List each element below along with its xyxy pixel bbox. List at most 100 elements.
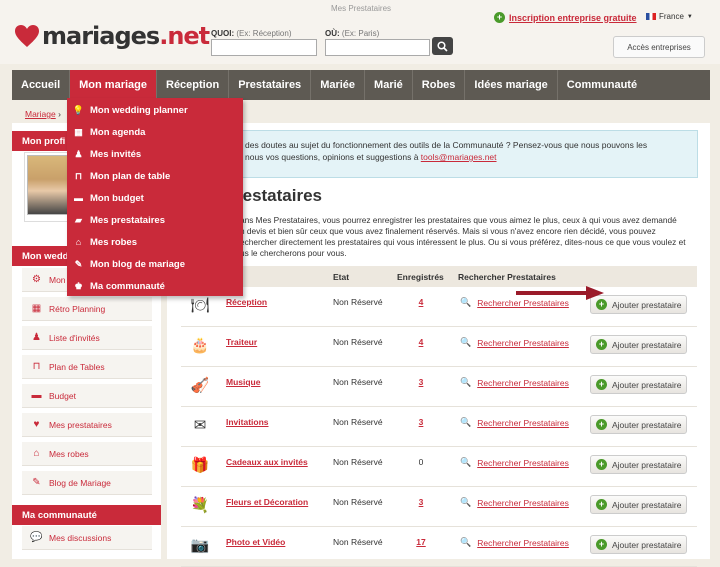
category-link[interactable]: Musique — [226, 377, 260, 387]
sidebar-item-mes-discussions[interactable]: 💬 Mes discussions — [22, 526, 152, 550]
plus-icon: + — [494, 12, 505, 23]
add-provider-button[interactable]: + Ajouter prestataire — [590, 335, 687, 354]
search-providers-link[interactable]: 🔍 Rechercher Prestataires — [460, 337, 569, 348]
add-provider-button[interactable]: + Ajouter prestataire — [590, 535, 687, 554]
sidebar-item-blog[interactable]: ✎ Blog de Mariage — [22, 471, 152, 495]
table-row: 🍽 Réception Non Réservé 4 🔍 Rechercher Presta… — [181, 287, 697, 327]
guests-icon: ♟ — [32, 332, 41, 343]
nav-robes[interactable]: Robes — [413, 70, 466, 100]
menu-item-budget[interactable]: ▬ Mon budget — [67, 187, 243, 209]
add-provider-button[interactable]: + Ajouter prestataire — [590, 295, 687, 314]
category-link[interactable]: Cadeaux aux invités — [226, 457, 308, 467]
saved-count[interactable]: 3 — [416, 377, 426, 387]
sidebar-item-mes-prestataires[interactable]: ♥ Mes prestataires — [22, 413, 152, 437]
sidebar-item-mes-robes[interactable]: ⌂ Mes robes — [22, 442, 152, 466]
inscription-link-text[interactable]: Inscription entreprise gratuite — [509, 13, 637, 23]
menu-item-robes[interactable]: ⌂ Mes robes — [67, 231, 243, 253]
sidebar-item-retro-planning[interactable]: ▦ Rétro Planning — [22, 297, 152, 321]
table-row: 🎁 Cadeaux aux invités Non Réservé 0 🔍 Recherc… — [181, 447, 697, 487]
search-icon: 🔍 — [460, 457, 472, 467]
category-link[interactable]: Invitations — [226, 417, 269, 427]
lightbulb-icon: 💡 — [72, 104, 85, 115]
blog-icon: ✎ — [32, 477, 41, 488]
menu-item-wedding-planner[interactable]: 💡 Mon wedding planner — [67, 99, 243, 121]
search-icon: 🔍 — [460, 337, 472, 347]
search-providers-link[interactable]: 🔍 Rechercher Prestataires — [460, 377, 569, 388]
language-label: France — [659, 12, 684, 21]
reception-icon: 🍽 — [190, 297, 210, 314]
category-link[interactable]: Photo et Vidéo — [226, 537, 285, 547]
sidebar-item-budget[interactable]: ▬ Budget — [22, 384, 152, 408]
add-provider-button[interactable]: + Ajouter prestataire — [590, 375, 687, 394]
nav-prestataires[interactable]: Prestataires — [229, 70, 312, 100]
page-title: restataires — [236, 186, 323, 205]
saved-count[interactable]: 4 — [416, 337, 426, 347]
search-icon — [437, 40, 448, 52]
community-icon: ♚ — [74, 280, 83, 291]
search-icon: 🔍 — [460, 377, 472, 387]
saved-count[interactable]: 17 — [416, 537, 426, 547]
nav-mariee[interactable]: Mariée — [311, 70, 366, 100]
heart-logo-icon — [15, 25, 39, 47]
status-text: Non Réservé — [333, 377, 383, 387]
saved-count: 0 — [418, 457, 424, 467]
ou-search-input[interactable] — [325, 39, 430, 56]
language-selector[interactable]: France ▼ — [646, 12, 693, 21]
avatar[interactable] — [27, 155, 69, 215]
nav-marie[interactable]: Marié — [365, 70, 413, 100]
logo[interactable]: mariages.net — [14, 18, 210, 54]
nav-accueil[interactable]: Accueil — [12, 70, 71, 100]
status-text: Non Réservé — [333, 297, 383, 307]
search-icon: 🔍 — [460, 497, 472, 507]
search-providers-link[interactable]: 🔍 Rechercher Prestataires — [460, 497, 569, 508]
menu-item-invites[interactable]: ♟ Mes invités — [67, 143, 243, 165]
cake-icon: 🎂 — [190, 337, 210, 354]
menu-item-communaute[interactable]: ♚ Ma communauté — [67, 275, 243, 297]
budget-icon: ▬ — [31, 390, 42, 401]
search-button[interactable] — [432, 37, 453, 55]
sidebar-item-plan-tables[interactable]: ⊓ Plan de Tables — [22, 355, 152, 379]
table-row: 🎻 Musique Non Réservé 3 🔍 Rechercher Prestata… — [181, 367, 697, 407]
nav-idees-mariage[interactable]: Idées mariage — [465, 70, 558, 100]
nav-mon-mariage[interactable]: Mon mariage — [70, 70, 157, 100]
budget-icon: ▬ — [74, 193, 83, 203]
menu-item-plan-table[interactable]: ⊓ Mon plan de table — [67, 165, 243, 187]
inscription-link[interactable]: + Inscription entreprise gratuite — [494, 12, 637, 23]
category-link[interactable]: Fleurs et Décoration — [226, 497, 308, 507]
add-provider-button[interactable]: + Ajouter prestataire — [590, 495, 687, 514]
category-link[interactable]: Traiteur — [226, 337, 257, 347]
quoi-search-input[interactable] — [211, 39, 317, 56]
menu-item-agenda[interactable]: ▦ Mon agenda — [67, 121, 243, 143]
flower-icon: 💐 — [190, 497, 210, 514]
search-providers-link[interactable]: 🔍 Rechercher Prestataires — [460, 537, 569, 548]
hanger-icon: ⌂ — [75, 237, 82, 247]
calendar-icon: ▦ — [74, 126, 83, 137]
saved-count[interactable]: 3 — [416, 497, 426, 507]
main-nav: Accueil Mon mariage Réception Prestatair… — [12, 70, 710, 100]
table-icon: ⊓ — [74, 170, 83, 181]
quoi-label: QUOI: (Ex: Réception) — [211, 29, 292, 38]
search-providers-link[interactable]: 🔍 Rechercher Prestataires — [460, 457, 569, 468]
col-rechercher: Rechercher Prestataires — [458, 272, 556, 282]
nav-communaute[interactable]: Communauté — [558, 70, 646, 100]
plus-icon: + — [596, 419, 607, 430]
ou-label: OÙ: (Ex: Paris) — [325, 29, 380, 38]
nav-reception[interactable]: Réception — [157, 70, 230, 100]
saved-count[interactable]: 4 — [416, 297, 426, 307]
intro-text: ans Mes Prestataires, vous pourrez enreg… — [240, 215, 686, 258]
menu-item-blog[interactable]: ✎ Mon blog de mariage — [67, 253, 243, 275]
menu-item-prestataires[interactable]: ▰ Mes prestataires — [67, 209, 243, 231]
acces-entreprises-button[interactable]: Accès entreprises — [613, 36, 705, 58]
search-providers-link[interactable]: 🔍 Rechercher Prestataires — [460, 417, 569, 428]
france-flag-icon — [646, 13, 656, 20]
breadcrumb: Mariage › — [25, 109, 61, 119]
sidebar-item-liste-invites[interactable]: ♟ Liste d'invités — [22, 326, 152, 350]
table-row: 🎂 Traiteur Non Réservé 4 🔍 Rechercher Prestat… — [181, 327, 697, 367]
calendar-icon: ▦ — [31, 303, 42, 314]
add-provider-button[interactable]: + Ajouter prestataire — [590, 415, 687, 434]
add-provider-button[interactable]: + Ajouter prestataire — [590, 455, 687, 474]
category-link[interactable]: Réception — [226, 297, 267, 307]
saved-count[interactable]: 3 — [416, 417, 426, 427]
breadcrumb-home[interactable]: Mariage — [25, 109, 56, 119]
email-link[interactable]: tools@mariages.net — [421, 152, 497, 162]
